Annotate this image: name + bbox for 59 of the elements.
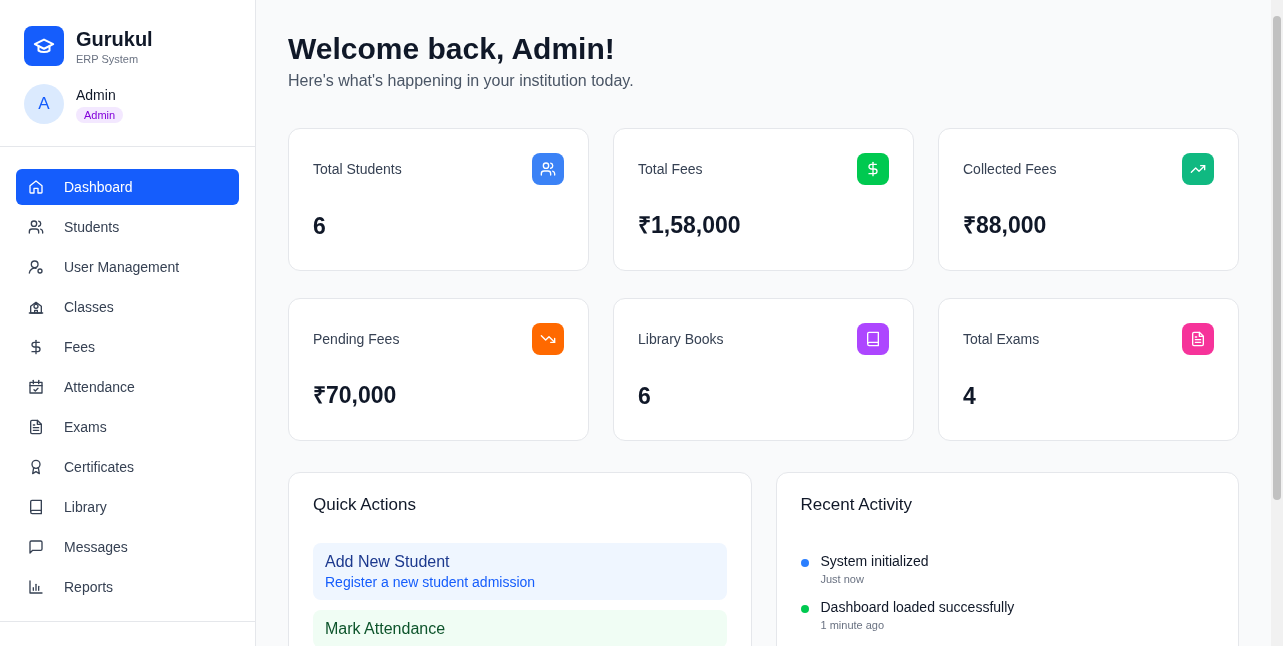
book-icon [865,331,881,347]
page-title: Welcome back, Admin! [288,31,616,67]
stat-value: 6 [313,213,327,240]
nav-item[interactable]: Reports [16,569,239,605]
activity-time: 1 minute ago [820,619,886,631]
book-icon [28,499,44,515]
stat-value: 6 [638,383,652,410]
nav-item[interactable]: Library [16,489,239,525]
user-name: Admin [76,86,116,105]
app-name: Gurukul [76,27,153,51]
nav-item[interactable]: Exams [16,409,239,445]
activity-text: Dashboard loaded successfully [820,599,1015,615]
document-icon [1190,331,1206,347]
bar-chart-icon [28,579,44,595]
app-subtitle: ERP System [76,53,139,65]
nav-item[interactable]: Dashboard [16,169,239,205]
scrollbar-thumb[interactable] [1273,16,1281,500]
quick-action-card[interactable]: Mark Attendance [313,610,727,646]
document-icon [28,419,44,435]
award-icon [28,459,44,475]
home-icon [28,179,44,195]
stat-value: ₹70,000 [313,381,398,410]
activity-text: System initialized [820,553,929,569]
graduation-cap-logo [24,26,64,66]
users-icon [28,219,44,235]
stat-label: Collected Fees [963,161,1057,177]
stat-label: Total Fees [638,161,703,177]
stat-label: Total Students [313,161,402,177]
scrollbar[interactable] [1271,0,1283,646]
school-icon [28,299,44,315]
user-avatar: A [24,84,64,124]
calendar-icon [28,379,44,395]
role-badge: Admin [76,107,124,123]
users-icon [540,161,556,177]
stat-label: Total Exams [963,331,1040,347]
stat-value: 4 [963,383,977,410]
action-title: Add New Student [325,553,451,571]
action-title: Mark Attendance [325,620,447,638]
nav-item[interactable]: User Management [16,249,239,285]
stat-value: ₹88,000 [963,211,1048,240]
nav-item[interactable]: Attendance [16,369,239,405]
panel-title: Recent Activity [800,495,913,515]
nav-item[interactable]: Certificates [16,449,239,485]
quick-action-card[interactable]: Add New Student Register a new student admission [313,543,727,600]
nav-item[interactable]: Fees [16,329,239,365]
action-description: Register a new student admission [325,574,537,590]
message-icon [28,539,44,555]
panel-title: Quick Actions [313,495,417,515]
stat-label: Pending Fees [313,331,400,347]
dollar-icon [865,161,881,177]
stat-label: Library Books [638,331,724,347]
nav-item[interactable]: Students [16,209,239,245]
stat-value: ₹1,58,000 [638,211,742,240]
nav-item[interactable]: Classes [16,289,239,325]
dollar-icon [28,339,44,355]
activity-time: Just now [820,573,865,585]
user-gear-icon [28,259,44,275]
nav-item[interactable]: Messages [16,529,239,565]
page-subtitle: Here's what's happening in your institution today. [288,72,635,90]
